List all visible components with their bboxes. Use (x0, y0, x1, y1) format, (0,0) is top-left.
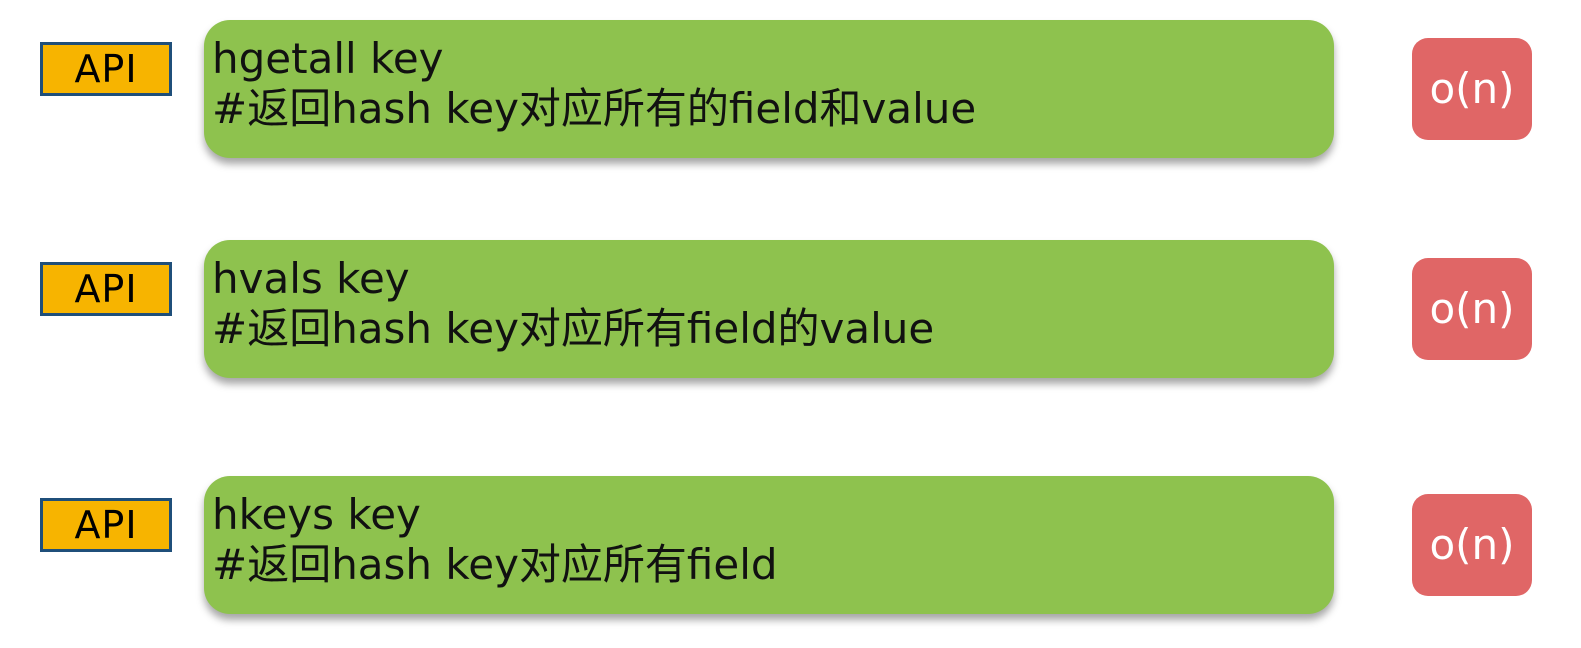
command-text: hkeys key (212, 490, 421, 539)
complexity-badge: o(n) (1412, 494, 1532, 596)
command-description: #返回hash key对应所有field的value (212, 304, 935, 353)
complexity-badge: o(n) (1412, 38, 1532, 140)
api-badge: API (40, 42, 172, 96)
command-box: hkeys key #返回hash key对应所有field (204, 476, 1334, 614)
command-text: hvals key (212, 254, 410, 303)
command-box: hvals key #返回hash key对应所有field的value (204, 240, 1334, 378)
command-box: hgetall key #返回hash key对应所有的field和value (204, 20, 1334, 158)
api-row-hkeys: API hkeys key #返回hash key对应所有field o(n) (0, 476, 1581, 616)
command-description: #返回hash key对应所有field (212, 540, 778, 589)
api-badge: API (40, 498, 172, 552)
command-description: #返回hash key对应所有的field和value (212, 84, 977, 133)
api-badge: API (40, 262, 172, 316)
complexity-badge: o(n) (1412, 258, 1532, 360)
api-row-hvals: API hvals key #返回hash key对应所有field的value… (0, 240, 1581, 380)
api-row-hgetall: API hgetall key #返回hash key对应所有的field和va… (0, 20, 1581, 160)
command-text: hgetall key (212, 34, 444, 83)
